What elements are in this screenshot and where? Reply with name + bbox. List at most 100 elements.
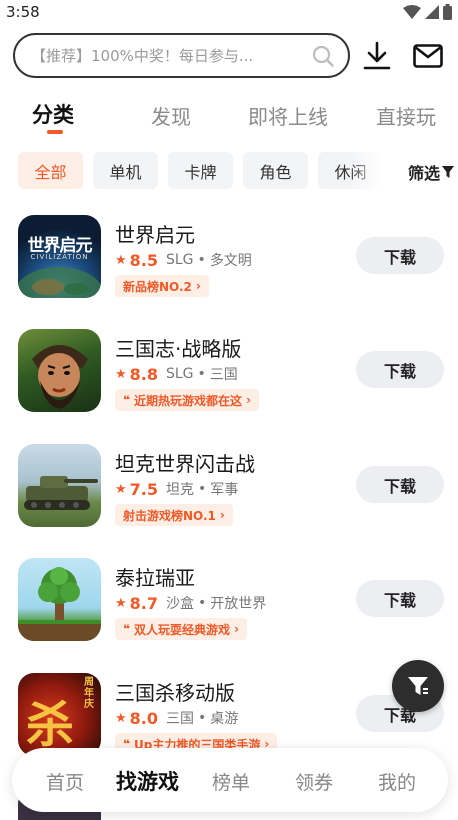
star-icon: ★ — [115, 481, 127, 497]
app-screen: 3:58 【推荐】100%中奖！每日参与... 分类 发现 即将上线 直接玩 全… — [0, 0, 458, 820]
chevron-right-icon: › — [234, 622, 240, 636]
star-icon: ★ — [115, 366, 127, 382]
search-icon[interactable] — [312, 45, 334, 67]
chevron-right-icon: › — [219, 508, 225, 522]
game-icon-logo: 杀 — [26, 697, 75, 753]
game-genre: 三国 — [166, 711, 194, 727]
game-icon-world-origin[interactable]: 世界启元 CIVILIZATION — [18, 215, 101, 298]
tab-discover[interactable]: 发现 — [151, 101, 191, 130]
nav-find-games[interactable]: 找游戏 — [116, 766, 179, 796]
game-genre: SLG — [166, 366, 194, 382]
wifi-icon — [403, 5, 421, 19]
game-genre: 沙盒 — [166, 596, 194, 612]
game-meta: ★ 8.8 SLG • 三国 — [115, 364, 238, 384]
list-item[interactable]: 世界启元 CIVILIZATION 世界启元 ★ 8.5 SLG • 多文明 新… — [0, 215, 458, 315]
game-name[interactable]: 坦克世界闪击战 — [115, 448, 255, 477]
top-tabs: 分类 发现 即将上线 直接玩 — [0, 96, 458, 136]
nav-coupons[interactable]: 领券 — [295, 768, 333, 795]
download-icon[interactable] — [361, 40, 393, 72]
quote-icon: ❝ — [123, 393, 131, 407]
game-tag-text[interactable]: 新品榜NO.2 — [123, 278, 192, 295]
game-name[interactable]: 三国志·战略版 — [115, 333, 241, 362]
download-button[interactable]: 下载 — [356, 237, 444, 274]
list-item[interactable]: 三国志·战略版 ★ 8.8 SLG • 三国 ❝ 近期热玩游戏都在这 › 下载 — [0, 329, 458, 429]
game-icon-terraria[interactable] — [18, 558, 101, 641]
chip-rpg[interactable]: 角色 — [243, 152, 308, 189]
game-meta: ★ 8.5 SLG • 多文明 — [115, 250, 252, 270]
game-name[interactable]: 世界启元 — [115, 219, 195, 248]
category-chips: 全部 单机 卡牌 角色 休闲 — [0, 152, 380, 189]
download-button[interactable]: 下载 — [356, 351, 444, 388]
game-name[interactable]: 三国杀移动版 — [115, 677, 235, 706]
quote-icon: ❝ — [123, 622, 131, 636]
filter-icon[interactable] — [442, 165, 454, 179]
game-tag[interactable]: 新品榜NO.2 › — [115, 275, 209, 297]
star-icon: ★ — [115, 595, 127, 611]
star-icon: ★ — [115, 710, 127, 726]
game-icon-three-kingdoms-strategy[interactable] — [18, 329, 101, 412]
game-icon-sublogo: CIVILIZATION — [30, 253, 89, 261]
chevron-right-icon: › — [246, 393, 252, 407]
game-tag-text[interactable]: 射击游戏榜NO.1 — [123, 507, 216, 524]
game-score: 8.0 — [129, 708, 158, 728]
game-tag[interactable]: ❝ 近期热玩游戏都在这 › — [115, 389, 260, 411]
filter-label[interactable]: 筛选 — [408, 160, 440, 184]
nav-home[interactable]: 首页 — [46, 768, 84, 795]
game-icon-badge: 周年庆 — [84, 677, 94, 710]
meta-separator: • — [198, 595, 207, 611]
filter-button[interactable]: 筛选 — [408, 160, 454, 184]
game-meta: ★ 7.5 坦克 • 军事 — [115, 479, 238, 499]
chip-all[interactable]: 全部 — [18, 152, 83, 189]
tab-category[interactable]: 分类 — [32, 99, 74, 129]
game-tag[interactable]: ❝ 双人玩耍经典游戏 › — [115, 618, 248, 640]
game-score: 8.5 — [129, 250, 158, 270]
game-tag-text[interactable]: 近期热玩游戏都在这 — [134, 392, 242, 409]
game-genre: 坦克 — [166, 482, 194, 498]
meta-separator: • — [197, 366, 206, 382]
search-placeholder[interactable]: 【推荐】100%中奖！每日参与... — [31, 45, 312, 66]
download-button[interactable]: 下载 — [356, 580, 444, 617]
status-icons — [403, 4, 452, 20]
game-icon-world-of-tanks-blitz[interactable] — [18, 444, 101, 527]
filter-icon[interactable] — [407, 675, 429, 697]
game-icon-sanguosha[interactable]: 杀 周年庆 — [18, 673, 101, 756]
game-score: 8.7 — [129, 593, 158, 613]
list-item[interactable]: 坦克世界闪击战 ★ 7.5 坦克 • 军事 射击游戏榜NO.1 › 下载 — [0, 444, 458, 544]
game-meta: ★ 8.0 三国 • 桌游 — [115, 708, 238, 728]
game-tag[interactable]: 射击游戏榜NO.1 › — [115, 504, 233, 526]
mail-icon[interactable] — [412, 40, 444, 72]
game-theme: 多文明 — [209, 253, 252, 269]
tab-instant-play[interactable]: 直接玩 — [376, 101, 436, 130]
game-theme: 三国 — [209, 367, 238, 383]
nav-rankings[interactable]: 榜单 — [212, 768, 250, 795]
game-theme: 开放世界 — [210, 596, 267, 612]
floating-filter-button[interactable] — [392, 660, 444, 712]
status-bar: 3:58 — [0, 0, 458, 24]
tab-upcoming[interactable]: 即将上线 — [248, 101, 328, 130]
game-score: 7.5 — [129, 479, 158, 499]
nav-me[interactable]: 我的 — [378, 768, 416, 795]
battery-icon — [443, 4, 452, 20]
signal-icon — [425, 5, 439, 19]
game-score: 8.8 — [129, 364, 158, 384]
status-time: 3:58 — [6, 3, 40, 21]
meta-separator: • — [198, 481, 207, 497]
game-tag-text[interactable]: 双人玩耍经典游戏 — [134, 621, 230, 638]
list-item[interactable]: 泰拉瑞亚 ★ 8.7 沙盒 • 开放世界 ❝ 双人玩耍经典游戏 › 下载 — [0, 558, 458, 658]
chip-single-player[interactable]: 单机 — [93, 152, 158, 189]
search-bar[interactable]: 【推荐】100%中奖！每日参与... — [13, 33, 350, 78]
chip-fade — [350, 152, 382, 189]
star-icon: ★ — [115, 252, 127, 268]
meta-separator: • — [198, 710, 207, 726]
meta-separator: • — [197, 252, 206, 268]
game-name[interactable]: 泰拉瑞亚 — [115, 562, 195, 591]
game-meta: ★ 8.7 沙盒 • 开放世界 — [115, 593, 266, 613]
game-genre: SLG — [166, 252, 194, 268]
download-button[interactable]: 下载 — [356, 466, 444, 503]
chevron-right-icon: › — [195, 279, 201, 293]
active-tab-indicator — [47, 130, 63, 134]
game-theme: 军事 — [210, 482, 239, 498]
bottom-nav: 首页 找游戏 榜单 领券 我的 — [12, 748, 448, 812]
game-theme: 桌游 — [210, 711, 239, 727]
chip-card[interactable]: 卡牌 — [168, 152, 233, 189]
